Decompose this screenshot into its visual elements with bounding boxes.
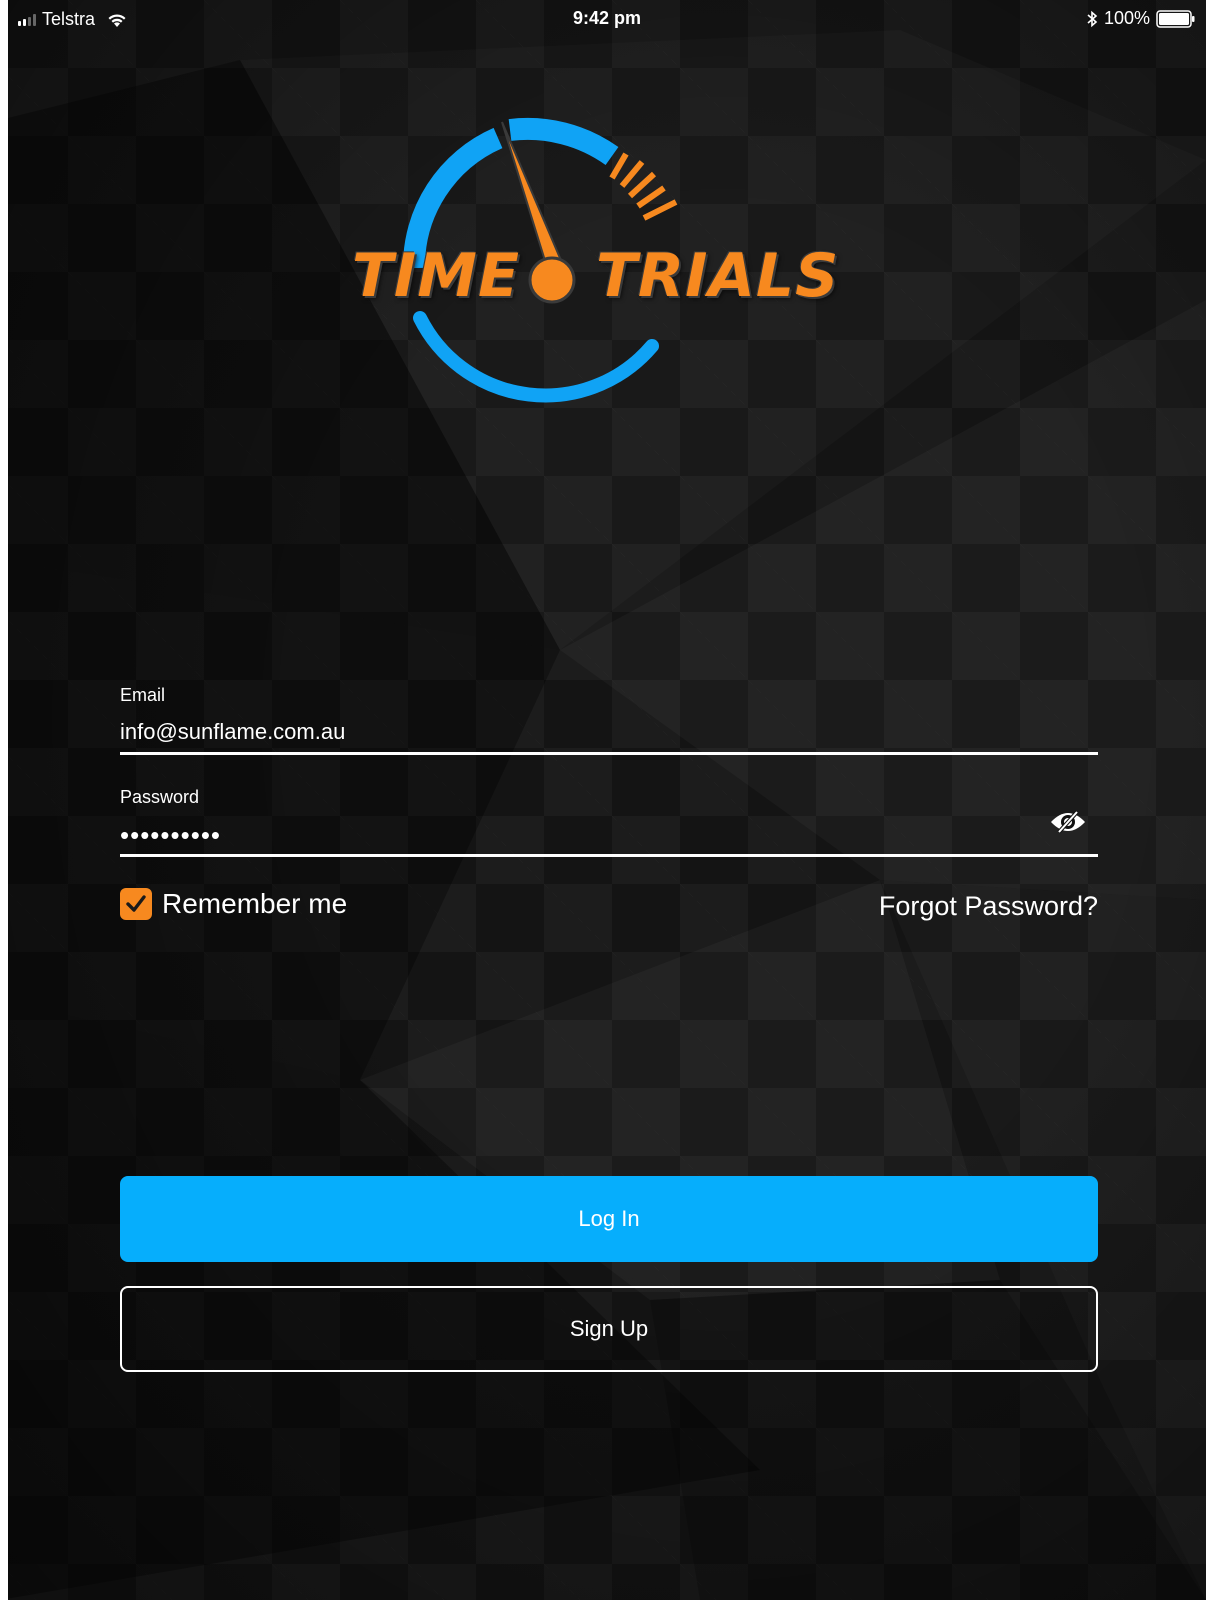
battery-percent: 100% [1103, 8, 1150, 28]
status-time: 9:42 pm [572, 8, 642, 28]
email-field[interactable] [120, 718, 1060, 746]
status-right: 100% [1086, 8, 1196, 29]
password-label: Password [120, 787, 200, 807]
time-trials-logo: TIME TRIALS [350, 117, 846, 418]
password-underline [120, 854, 1098, 857]
battery-icon [1156, 9, 1195, 28]
logo-word-time: TIME [352, 241, 520, 311]
screen-edge [0, 0, 8, 1600]
login-screen: Telstra 9:42 pm 100% TIME TRIALS Email i… [0, 0, 1206, 1600]
password-field[interactable]: •••••••••• [120, 820, 1060, 850]
email-label: Email [120, 685, 166, 705]
remember-me-checkbox[interactable] [120, 888, 152, 920]
remember-me-label: Remember me [162, 888, 348, 919]
login-button[interactable]: Log In [120, 1176, 1098, 1262]
status-bar: Telstra 9:42 pm 100% [8, 0, 1206, 38]
remember-me-toggle[interactable]: Remember me [120, 888, 347, 920]
bluetooth-icon [1087, 10, 1098, 27]
checkmark-icon [126, 895, 146, 912]
signup-button[interactable]: Sign Up [120, 1286, 1098, 1372]
eye-slash-icon[interactable] [1048, 808, 1088, 836]
logo-word-trials: TRIALS [596, 241, 840, 311]
forgot-password-link[interactable]: Forgot Password? [879, 891, 1098, 922]
email-underline [120, 752, 1098, 755]
